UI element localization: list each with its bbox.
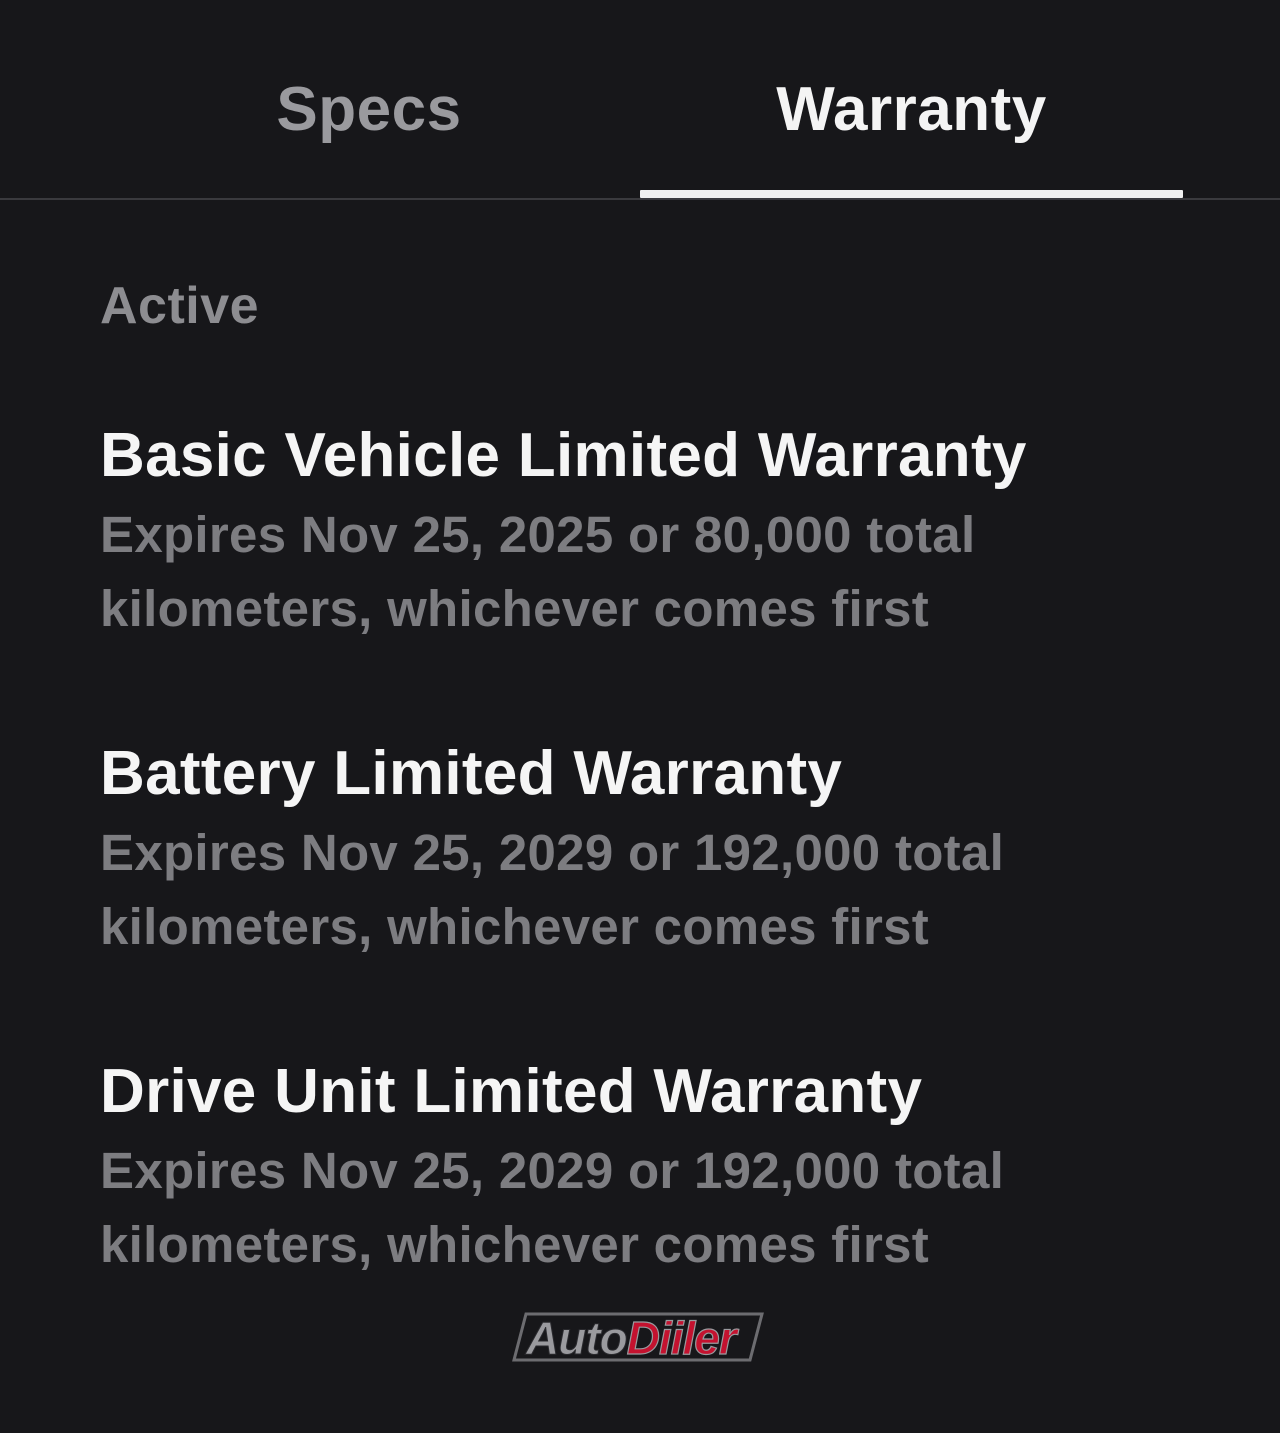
autodiiler-watermark-logo: AutoDiiler: [512, 1311, 764, 1365]
warranty-item: Drive Unit Limited Warranty Expires Nov …: [100, 1054, 1200, 1282]
watermark-text-auto: Auto: [525, 1312, 627, 1364]
warranty-description: Expires Nov 25, 2025 or 80,000 total kil…: [100, 506, 976, 637]
warranty-description: Expires Nov 25, 2029 or 192,000 total ki…: [100, 1142, 1005, 1273]
section-label-active: Active: [100, 277, 260, 335]
warranty-item: Battery Limited Warranty Expires Nov 25,…: [100, 736, 1200, 964]
warranty-title: Battery Limited Warranty: [100, 739, 843, 808]
tab-warranty[interactable]: Warranty: [640, 0, 1183, 200]
tab-specs-label: Specs: [276, 75, 462, 144]
warranty-description: Expires Nov 25, 2029 or 192,000 total ki…: [100, 824, 1005, 955]
tab-warranty-label: Warranty: [776, 75, 1047, 144]
warranty-title: Drive Unit Limited Warranty: [100, 1057, 923, 1126]
tab-specs[interactable]: Specs: [98, 0, 640, 200]
warranty-item: Basic Vehicle Limited Warranty Expires N…: [100, 418, 1200, 646]
active-tab-indicator: [640, 190, 1183, 198]
warranty-title: Basic Vehicle Limited Warranty: [100, 421, 1027, 490]
watermark-text-diiler: Diiler: [627, 1312, 739, 1364]
warranty-content: Active Basic Vehicle Limited Warranty Ex…: [100, 268, 1200, 1282]
tab-bar: Specs Warranty: [0, 0, 1280, 200]
svg-text:AutoDiiler: AutoDiiler: [525, 1312, 739, 1364]
